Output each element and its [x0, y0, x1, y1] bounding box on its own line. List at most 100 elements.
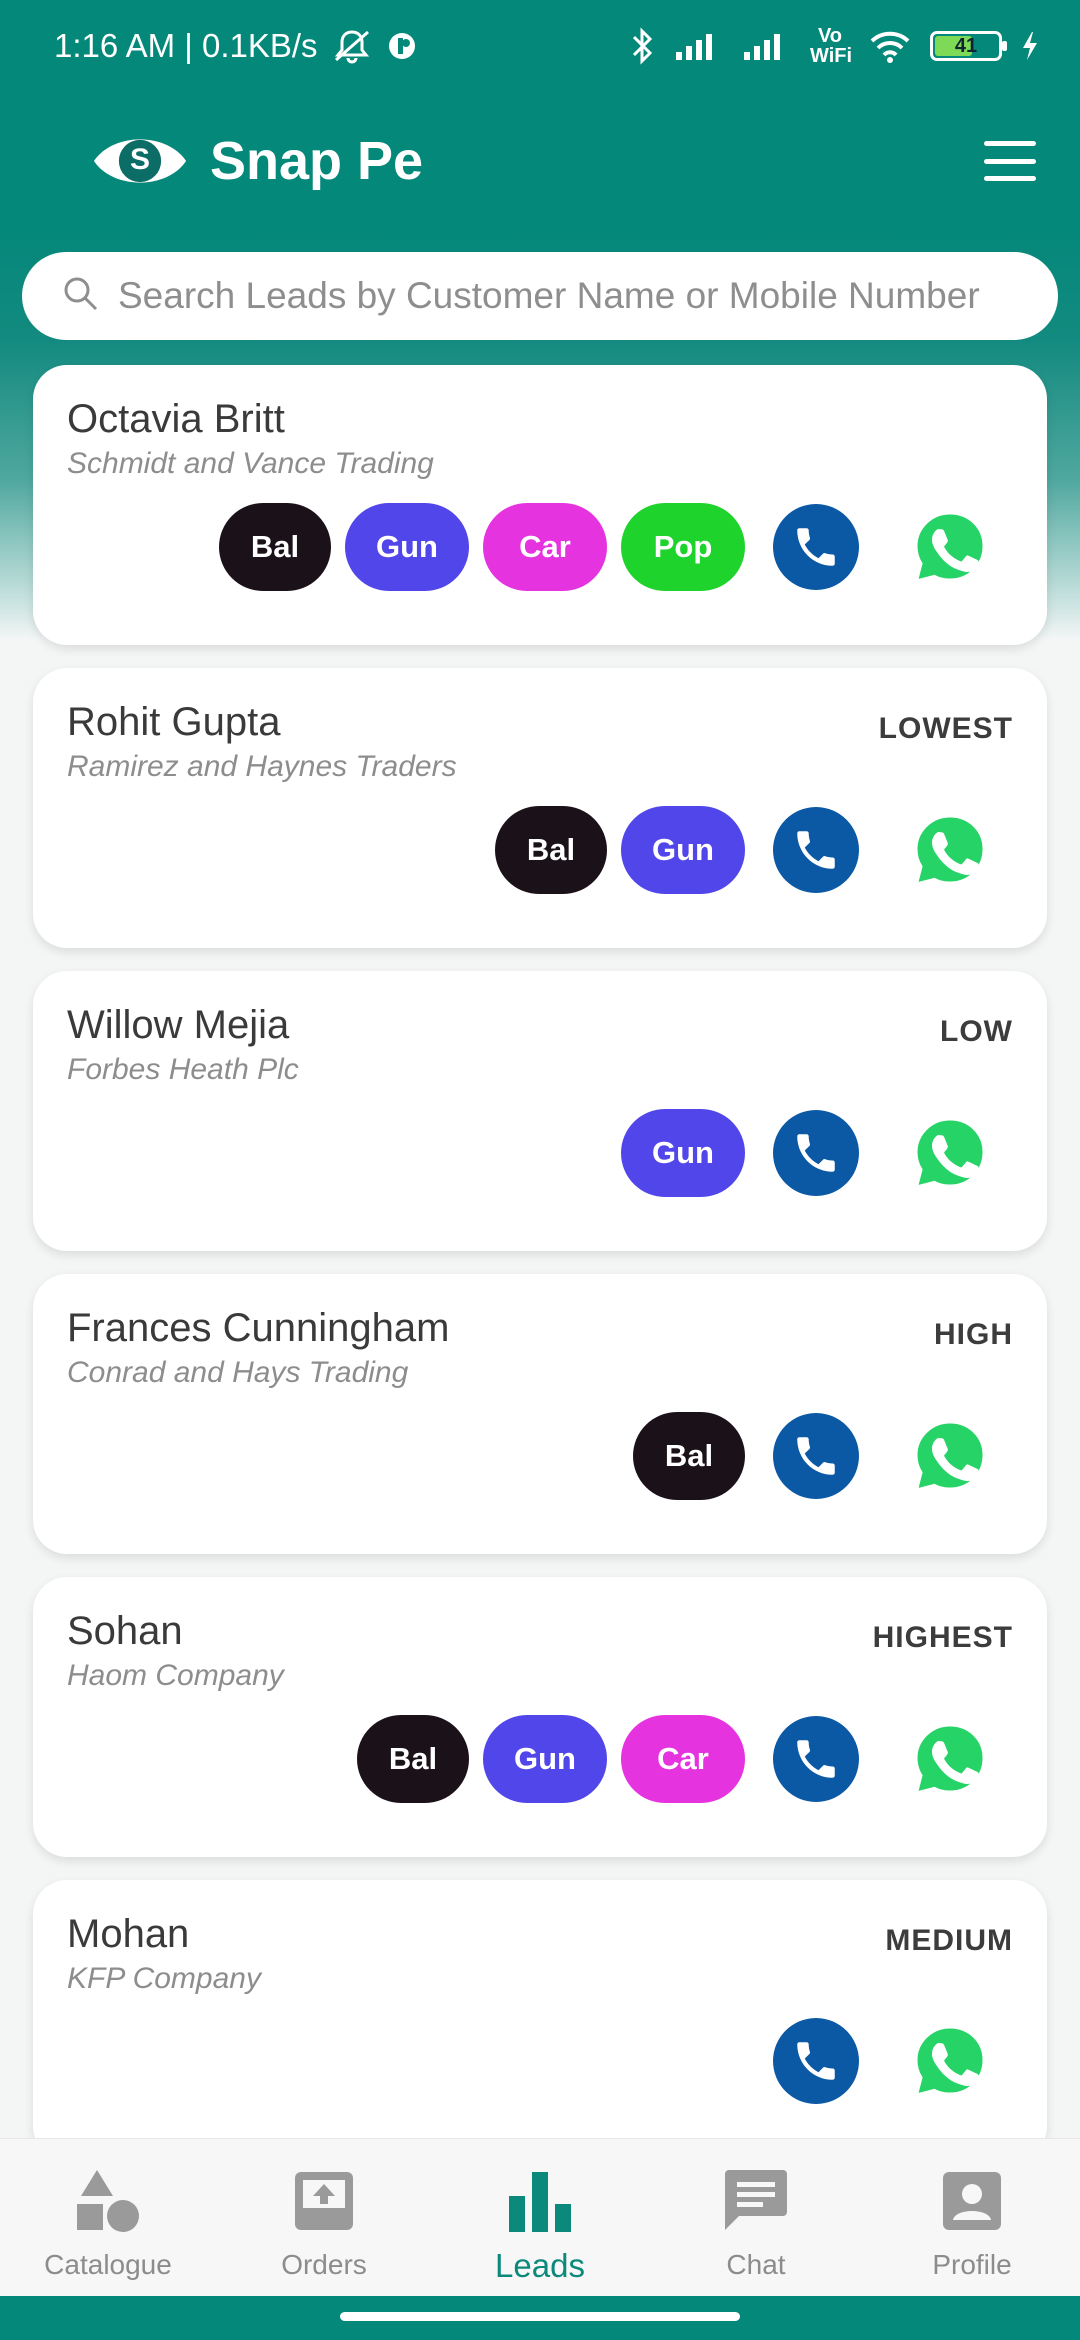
nav-leads-label: Leads	[495, 2247, 585, 2284]
whatsapp-icon	[910, 1719, 990, 1799]
status-bar: 1:16 AM | 0.1KB/s Vo WiFi 41	[0, 0, 1080, 92]
leads-list: Octavia Britt Schmidt and Vance Trading Ba…	[33, 365, 1047, 2183]
phone-icon	[791, 1128, 841, 1178]
call-button[interactable]	[773, 504, 859, 590]
status-time-speed: 1:16 AM | 0.1KB/s	[54, 27, 318, 64]
lead-card[interactable]: Octavia Britt Schmidt and Vance Trading Ba…	[33, 365, 1047, 645]
logo-letter: S	[129, 143, 150, 176]
vowifi-label: Vo WiFi	[810, 25, 853, 67]
search-input[interactable]	[118, 275, 1058, 317]
call-button[interactable]	[773, 1110, 859, 1196]
nav-profile[interactable]: Profile	[864, 2139, 1080, 2296]
lead-card[interactable]: Rohit Gupta Ramirez and Haynes Traders LOW…	[33, 668, 1047, 948]
nav-chat[interactable]: Chat	[648, 2139, 864, 2296]
app-title: Snap Pe	[210, 131, 424, 191]
lead-priority-badge: LOW	[940, 1015, 1013, 1048]
call-button[interactable]	[773, 1413, 859, 1499]
whatsapp-icon	[910, 2021, 990, 2101]
lead-tag-gun[interactable]: Gun	[483, 1715, 607, 1803]
phone-icon	[791, 522, 841, 572]
lead-actions	[759, 2018, 1013, 2104]
lead-company: Ramirez and Haynes Traders	[67, 750, 457, 783]
lead-name: Rohit Gupta	[67, 700, 281, 744]
lead-tag-pop[interactable]: Pop	[621, 503, 745, 591]
phone-icon	[791, 2036, 841, 2086]
lead-tag-bal[interactable]: Bal	[219, 503, 331, 591]
lead-priority-badge: LOWEST	[878, 712, 1013, 745]
whatsapp-button[interactable]	[909, 2020, 991, 2102]
whatsapp-button[interactable]	[909, 506, 991, 588]
lead-tag-bal[interactable]: Bal	[633, 1412, 745, 1500]
lead-company: Forbes Heath Plc	[67, 1053, 299, 1086]
lead-actions: Bal Gun Car Pop	[219, 503, 1013, 591]
lead-company: Schmidt and Vance Trading	[67, 447, 434, 480]
whatsapp-icon	[910, 507, 990, 587]
whatsapp-button[interactable]	[909, 1415, 991, 1497]
bluetooth-icon	[628, 27, 656, 65]
phone-icon	[791, 1431, 841, 1481]
lead-card[interactable]: Frances Cunningham Conrad and Hays Tradin…	[33, 1274, 1047, 1554]
signal-icon-1	[674, 30, 724, 62]
inbox-upload-icon	[288, 2165, 360, 2237]
whatsapp-button[interactable]	[909, 809, 991, 891]
lead-card[interactable]: Mohan KFP Company MEDIUM	[33, 1880, 1047, 2160]
lead-priority-badge: MEDIUM	[885, 1924, 1013, 1957]
lead-actions: Bal Gun	[495, 806, 1013, 894]
lead-company: KFP Company	[67, 1962, 261, 1995]
lead-card[interactable]: Willow Mejia Forbes Heath Plc LOW Gun	[33, 971, 1047, 1251]
lead-tag-gun[interactable]: Gun	[621, 1109, 745, 1197]
lead-priority-badge: HIGH	[934, 1318, 1013, 1351]
app-header: S Snap Pe	[0, 92, 1080, 230]
lead-name: Willow Mejia	[67, 1003, 290, 1047]
lead-name: Frances Cunningham	[67, 1306, 450, 1350]
lead-tag-bal[interactable]: Bal	[357, 1715, 469, 1803]
whatsapp-button[interactable]	[909, 1718, 991, 1800]
nav-orders[interactable]: Orders	[216, 2139, 432, 2296]
whatsapp-icon	[910, 810, 990, 890]
shapes-icon	[72, 2165, 144, 2237]
mute-alarm-icon	[332, 28, 372, 64]
wifi-icon	[868, 29, 912, 63]
charging-icon	[1020, 30, 1040, 62]
nav-leads[interactable]: Leads	[432, 2139, 648, 2296]
lead-company: Haom Company	[67, 1659, 284, 1692]
chat-icon	[720, 2165, 792, 2237]
search-icon	[62, 275, 100, 318]
lead-tag-car[interactable]: Car	[621, 1715, 745, 1803]
nav-catalogue[interactable]: Catalogue	[0, 2139, 216, 2296]
lead-name: Mohan	[67, 1912, 190, 1956]
status-right: Vo WiFi 41	[628, 26, 1040, 66]
lead-tag-bal[interactable]: Bal	[495, 806, 607, 894]
lead-actions: Bal Gun Car	[357, 1715, 1013, 1803]
nav-chat-label: Chat	[726, 2249, 786, 2280]
lead-actions: Bal	[633, 1412, 1013, 1500]
lead-tag-gun[interactable]: Gun	[345, 503, 469, 591]
whatsapp-icon	[910, 1416, 990, 1496]
phone-icon	[791, 1734, 841, 1784]
call-button[interactable]	[773, 1716, 859, 1802]
nav-profile-label: Profile	[932, 2249, 1012, 2280]
whatsapp-button[interactable]	[909, 1112, 991, 1194]
lead-card[interactable]: Sohan Haom Company HIGHEST Bal Gun Car	[33, 1577, 1047, 1857]
app-notification-icon	[386, 30, 418, 62]
bottom-navigation: Catalogue Orders Leads Chat Profile	[0, 2138, 1080, 2296]
bar-chart-icon	[504, 2165, 576, 2237]
lead-priority-badge: HIGHEST	[872, 1621, 1013, 1654]
search-bar[interactable]	[22, 252, 1058, 340]
call-button[interactable]	[773, 807, 859, 893]
profile-icon	[936, 2165, 1008, 2237]
lead-tag-gun[interactable]: Gun	[621, 806, 745, 894]
lead-name: Octavia Britt	[67, 397, 285, 441]
snappe-logo: S	[92, 130, 188, 192]
home-indicator[interactable]	[340, 2312, 740, 2321]
nav-orders-label: Orders	[281, 2249, 367, 2280]
lead-company: Conrad and Hays Trading	[67, 1356, 409, 1389]
signal-icon-2	[742, 30, 792, 62]
call-button[interactable]	[773, 2018, 859, 2104]
lead-tag-car[interactable]: Car	[483, 503, 607, 591]
battery-level: 41	[954, 34, 978, 57]
lead-name: Sohan	[67, 1609, 183, 1653]
hamburger-menu-icon[interactable]	[984, 141, 1036, 181]
status-left: 1:16 AM | 0.1KB/s	[54, 27, 418, 65]
battery-icon: 41	[930, 31, 1007, 61]
